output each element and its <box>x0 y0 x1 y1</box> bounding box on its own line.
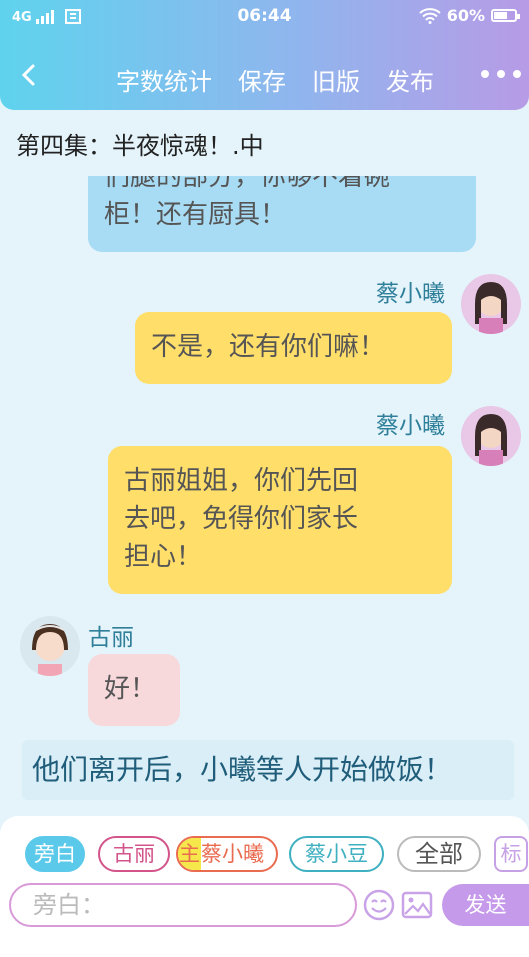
message-line: 们腿的部分，你够不着碗 <box>104 176 391 192</box>
wifi-icon <box>419 7 441 24</box>
role-selector: 旁白 古丽 主蔡小曦 蔡小豆 全部 标 <box>0 836 529 876</box>
message-bubble[interactable]: 不是，还有你们嘛！ <box>135 312 452 384</box>
message-input[interactable]: 旁白： <box>9 883 357 927</box>
app-header: 4G 06:44 60% 字数统计 保存 旧版 发布 <box>0 0 529 110</box>
message-line: 柜！还有厨具！ <box>104 200 287 230</box>
save-button[interactable]: 保存 <box>238 62 286 97</box>
speaker-name: 蔡小曦 <box>376 281 445 307</box>
status-right: 60% <box>419 6 520 25</box>
publish-button[interactable]: 发布 <box>386 62 434 97</box>
image-icon[interactable] <box>400 888 434 922</box>
message-line: 不是，还有你们嘛！ <box>151 332 386 362</box>
role-chip-caixiaoxi[interactable]: 主蔡小曦 <box>176 836 278 872</box>
speaker-name: 古丽 <box>88 625 134 651</box>
message-bubble[interactable]: 们腿的部分，你够不着碗 柜！还有厨具！ <box>88 176 476 252</box>
battery-percent: 60% <box>446 6 485 25</box>
message-line: 古丽姐姐，你们先回 <box>124 466 359 496</box>
old-version-button[interactable]: 旧版 <box>312 62 360 97</box>
avatar[interactable] <box>461 274 521 334</box>
nav-actions: 字数统计 保存 旧版 发布 <box>116 62 434 97</box>
role-chip-all[interactable]: 全部 <box>397 836 481 872</box>
composer-panel: 旁白 古丽 主蔡小曦 蔡小豆 全部 标 旁白： 发送 <box>0 816 529 957</box>
navbar: 字数统计 保存 旧版 发布 <box>0 50 529 106</box>
role-chip-label: 蔡小曦 <box>201 842 264 866</box>
more-menu-icon[interactable] <box>481 70 521 78</box>
avatar[interactable] <box>20 616 80 676</box>
back-arrow-icon[interactable] <box>18 60 40 90</box>
role-chip-guli[interactable]: 古丽 <box>98 836 170 872</box>
message-bubble[interactable]: 好！ <box>88 654 180 726</box>
message-bubble[interactable]: 古丽姐姐，你们先回 去吧，免得你们家长 担心！ <box>108 446 452 594</box>
role-chip-caixiaodou[interactable]: 蔡小豆 <box>289 836 384 872</box>
role-chip-tag[interactable]: 标 <box>494 836 528 872</box>
battery-icon <box>491 9 520 22</box>
avatar[interactable] <box>461 406 521 466</box>
send-button[interactable]: 发送 <box>442 884 529 926</box>
chat-area[interactable]: 们腿的部分，你够不着碗 柜！还有厨具！ 蔡小曦 不是，还有你们嘛！ 蔡小曦 古丽… <box>0 176 529 816</box>
episode-title: 第四集：半夜惊魂！.中 <box>0 110 529 176</box>
status-bar: 4G 06:44 60% <box>0 0 529 34</box>
message-line: 好！ <box>104 674 157 704</box>
main-role-badge: 主 <box>178 838 201 870</box>
message-line: 去吧，免得你们家长 <box>124 504 359 534</box>
narration-text[interactable]: 他们离开后，小曦等人开始做饭！ <box>22 740 514 800</box>
emoji-icon[interactable] <box>362 888 396 922</box>
message-line: 担心！ <box>124 542 203 572</box>
word-count-button[interactable]: 字数统计 <box>116 62 212 97</box>
role-chip-narrator[interactable]: 旁白 <box>25 836 85 872</box>
speaker-name: 蔡小曦 <box>376 413 445 439</box>
